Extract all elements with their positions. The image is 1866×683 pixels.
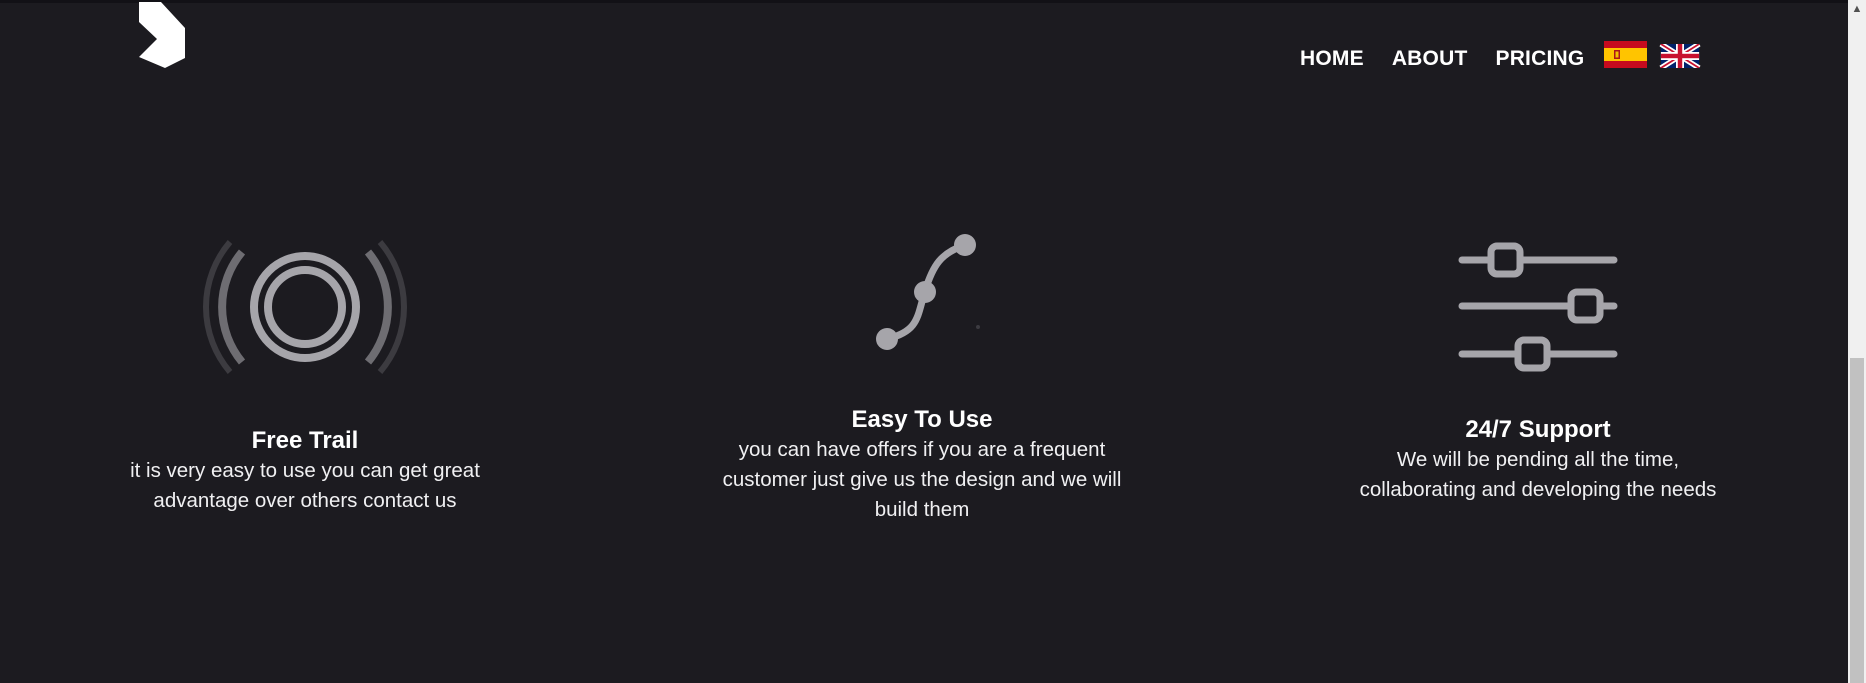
main-nav: HOME ABOUT PRICING bbox=[1300, 41, 1713, 72]
vertical-scrollbar[interactable]: ▲ bbox=[1848, 0, 1866, 683]
description-line: collaborating and developing the needs bbox=[1359, 478, 1717, 501]
description-line: it is very easy to use you can get great bbox=[130, 459, 480, 482]
logo-icon[interactable] bbox=[137, 2, 187, 68]
description-line: you can have offers if you are a frequen… bbox=[738, 438, 1106, 461]
description-line: advantage over others contact us bbox=[153, 489, 457, 512]
description-line: We will be pending all the time, bbox=[1396, 448, 1680, 471]
scroll-up-arrow-icon[interactable]: ▲ bbox=[1848, 0, 1866, 18]
nav-pricing-link[interactable]: PRICING bbox=[1495, 47, 1584, 71]
scrollbar-thumb[interactable] bbox=[1850, 358, 1864, 683]
feature-free-trail: Free Trail it is very easy to use you ca… bbox=[105, 234, 505, 516]
description-line: build them bbox=[874, 498, 970, 521]
feature-easy-to-use: Easy To Use you can have offers if you a… bbox=[697, 229, 1147, 525]
uk-flag-icon[interactable] bbox=[1659, 43, 1701, 68]
top-border bbox=[0, 0, 1848, 3]
feature-title: 24/7 Support bbox=[1465, 416, 1611, 443]
feature-title: Free Trail bbox=[251, 427, 359, 454]
nav-about-link[interactable]: ABOUT bbox=[1392, 47, 1468, 71]
broadcast-signal-icon bbox=[203, 240, 407, 374]
feature-support: 24/7 Support We will be pending all the … bbox=[1328, 240, 1748, 505]
curve-nodes-icon bbox=[876, 234, 980, 350]
description-line: customer just give us the design and we … bbox=[722, 468, 1122, 491]
sliders-icon bbox=[1458, 242, 1618, 372]
feature-description: you can have offers if you are a frequen… bbox=[697, 435, 1147, 525]
feature-title: Easy To Use bbox=[851, 406, 993, 433]
nav-home-link[interactable]: HOME bbox=[1300, 47, 1364, 71]
spain-flag-icon[interactable] bbox=[1604, 41, 1648, 68]
feature-description: it is very easy to use you can get great… bbox=[105, 456, 505, 516]
feature-description: We will be pending all the time, collabo… bbox=[1328, 445, 1748, 505]
